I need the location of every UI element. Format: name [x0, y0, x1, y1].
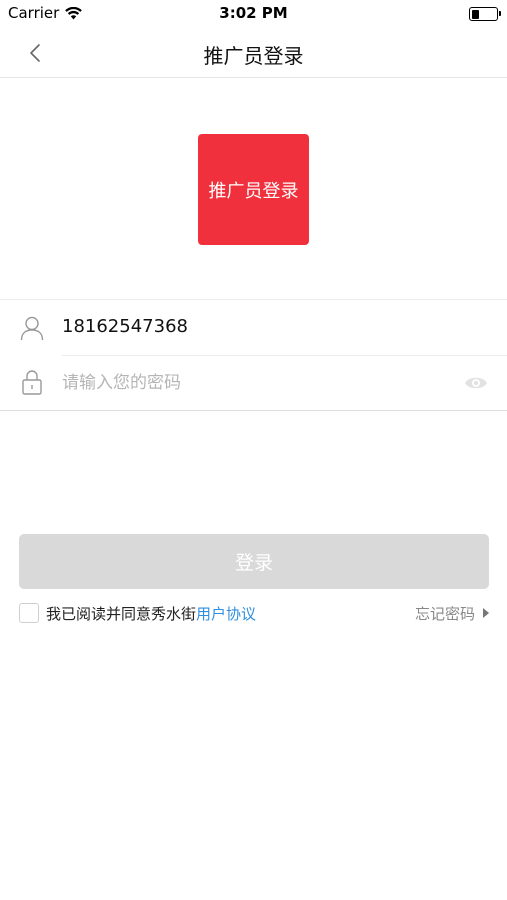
form-divider-middle: [62, 355, 507, 356]
password-input[interactable]: [62, 368, 442, 398]
battery-icon: [469, 7, 501, 21]
status-time: 3:02 PM: [219, 4, 288, 22]
agreement-text: 我已阅读并同意秀水街用户协议: [46, 603, 256, 624]
form-divider-bottom: [0, 410, 507, 411]
login-button[interactable]: 登录: [19, 534, 489, 589]
agreement-prefix: 我已阅读并同意秀水街: [46, 605, 197, 623]
user-icon: [20, 316, 44, 341]
caret-right-icon: [483, 608, 489, 618]
promoter-logo: 推广员登录: [198, 134, 309, 245]
status-bar: Carrier 3:02 PM: [0, 0, 507, 28]
form-divider-top: [0, 299, 507, 300]
phone-field[interactable]: 18162547368: [62, 316, 188, 337]
lock-icon: [22, 370, 42, 395]
forgot-password-link[interactable]: 忘记密码: [415, 603, 475, 624]
agreement-checkbox[interactable]: [19, 603, 39, 623]
logo-text: 推广员登录: [208, 180, 299, 202]
user-agreement-link[interactable]: 用户协议: [196, 605, 256, 623]
eye-icon[interactable]: [464, 374, 488, 392]
page-title: 推广员登录: [203, 44, 304, 68]
navigation-bar: 推广员登录: [0, 28, 507, 78]
